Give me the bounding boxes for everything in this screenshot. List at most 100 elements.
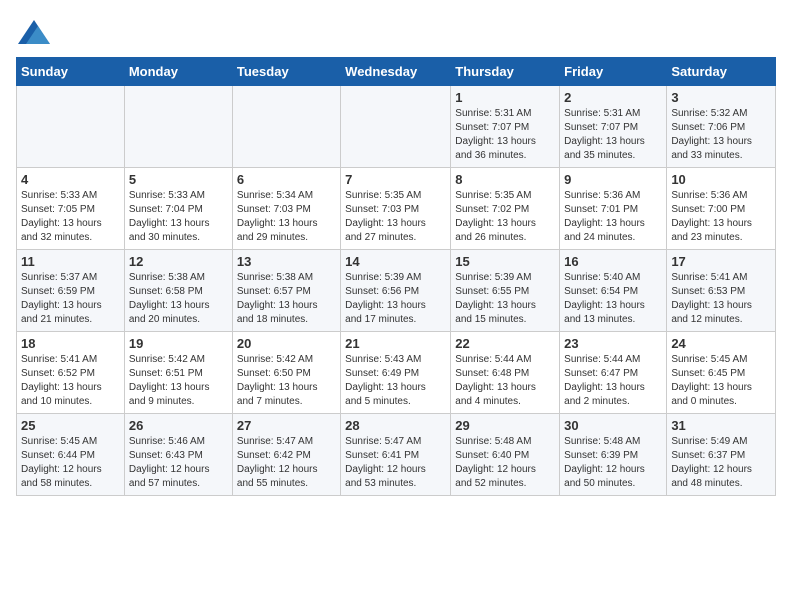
cell-content: Sunrise: 5:43 AM Sunset: 6:49 PM Dayligh… — [345, 353, 446, 409]
cell-content: Sunrise: 5:47 AM Sunset: 6:42 PM Dayligh… — [237, 435, 336, 491]
page-header — [16, 16, 776, 49]
day-number: 7 — [345, 172, 446, 187]
cell-content: Sunrise: 5:33 AM Sunset: 7:05 PM Dayligh… — [21, 189, 120, 245]
cell-content: Sunrise: 5:42 AM Sunset: 6:51 PM Dayligh… — [129, 353, 228, 409]
day-header-saturday: Saturday — [667, 58, 776, 86]
day-number: 8 — [455, 172, 555, 187]
cell-content: Sunrise: 5:32 AM Sunset: 7:06 PM Dayligh… — [671, 107, 771, 163]
cell-content: Sunrise: 5:49 AM Sunset: 6:37 PM Dayligh… — [671, 435, 771, 491]
calendar-table: SundayMondayTuesdayWednesdayThursdayFrid… — [16, 57, 776, 496]
cell-content: Sunrise: 5:36 AM Sunset: 7:00 PM Dayligh… — [671, 189, 771, 245]
calendar-cell: 17 Sunrise: 5:41 AM Sunset: 6:53 PM Dayli… — [667, 250, 776, 332]
week-row-5: 25Sunrise: 5:45 AM Sunset: 6:44 PM Dayli… — [17, 414, 776, 496]
cell-content: Sunrise: 5:35 AM Sunset: 7:03 PM Dayligh… — [345, 189, 446, 245]
calendar-cell: 2 Sunrise: 5:31 AM Sunset: 7:07 PM Daylig… — [560, 86, 667, 168]
calendar-cell: 8 Sunrise: 5:35 AM Sunset: 7:02 PM Daylig… — [451, 168, 560, 250]
cell-content: Sunrise: 5:39 AM Sunset: 6:55 PM Dayligh… — [455, 271, 555, 327]
day-number: 5 — [129, 172, 228, 187]
cell-content: Sunrise: 5:36 AM Sunset: 7:01 PM Dayligh… — [564, 189, 662, 245]
day-header-wednesday: Wednesday — [341, 58, 451, 86]
calendar-cell — [341, 86, 451, 168]
day-header-tuesday: Tuesday — [232, 58, 340, 86]
day-number: 3 — [671, 90, 771, 105]
day-header-thursday: Thursday — [451, 58, 560, 86]
day-number: 31 — [671, 418, 771, 433]
logo — [16, 16, 50, 49]
day-headers: SundayMondayTuesdayWednesdayThursdayFrid… — [17, 58, 776, 86]
week-row-1: 1Sunrise: 5:31 AM Sunset: 7:07 PM Daylig… — [17, 86, 776, 168]
cell-content: Sunrise: 5:41 AM Sunset: 6:53 PM Dayligh… — [671, 271, 771, 327]
cell-content: Sunrise: 5:48 AM Sunset: 6:39 PM Dayligh… — [564, 435, 662, 491]
cell-content: Sunrise: 5:40 AM Sunset: 6:54 PM Dayligh… — [564, 271, 662, 327]
calendar-cell: 19 Sunrise: 5:42 AM Sunset: 6:51 PM Dayli… — [124, 332, 232, 414]
day-number: 18 — [21, 336, 120, 351]
calendar-cell: 25Sunrise: 5:45 AM Sunset: 6:44 PM Dayli… — [17, 414, 125, 496]
day-header-friday: Friday — [560, 58, 667, 86]
calendar-cell: 7 Sunrise: 5:35 AM Sunset: 7:03 PM Daylig… — [341, 168, 451, 250]
calendar-cell: 26Sunrise: 5:46 AM Sunset: 6:43 PM Dayli… — [124, 414, 232, 496]
calendar-cell: 27 Sunrise: 5:47 AM Sunset: 6:42 PM Dayli… — [232, 414, 340, 496]
calendar-cell: 3 Sunrise: 5:32 AM Sunset: 7:06 PM Daylig… — [667, 86, 776, 168]
day-number: 14 — [345, 254, 446, 269]
calendar-cell: 16 Sunrise: 5:40 AM Sunset: 6:54 PM Dayli… — [560, 250, 667, 332]
day-number: 22 — [455, 336, 555, 351]
calendar-cell: 5 Sunrise: 5:33 AM Sunset: 7:04 PM Daylig… — [124, 168, 232, 250]
cell-content: Sunrise: 5:42 AM Sunset: 6:50 PM Dayligh… — [237, 353, 336, 409]
day-number: 28 — [345, 418, 446, 433]
day-number: 13 — [237, 254, 336, 269]
day-number: 27 — [237, 418, 336, 433]
calendar-cell: 22Sunrise: 5:44 AM Sunset: 6:48 PM Dayli… — [451, 332, 560, 414]
day-number: 16 — [564, 254, 662, 269]
week-row-2: 4Sunrise: 5:33 AM Sunset: 7:05 PM Daylig… — [17, 168, 776, 250]
calendar-cell: 31 Sunrise: 5:49 AM Sunset: 6:37 PM Dayli… — [667, 414, 776, 496]
calendar-cell: 15 Sunrise: 5:39 AM Sunset: 6:55 PM Dayli… — [451, 250, 560, 332]
cell-content: Sunrise: 5:37 AM Sunset: 6:59 PM Dayligh… — [21, 271, 120, 327]
day-number: 25 — [21, 418, 120, 433]
cell-content: Sunrise: 5:31 AM Sunset: 7:07 PM Dayligh… — [564, 107, 662, 163]
day-header-monday: Monday — [124, 58, 232, 86]
calendar-cell: 30 Sunrise: 5:48 AM Sunset: 6:39 PM Dayli… — [560, 414, 667, 496]
day-number: 11 — [21, 254, 120, 269]
calendar-cell: 28 Sunrise: 5:47 AM Sunset: 6:41 PM Dayli… — [341, 414, 451, 496]
day-number: 20 — [237, 336, 336, 351]
day-number: 21 — [345, 336, 446, 351]
day-number: 2 — [564, 90, 662, 105]
day-number: 24 — [671, 336, 771, 351]
logo-text — [16, 16, 50, 49]
calendar-cell: 1Sunrise: 5:31 AM Sunset: 7:07 PM Daylig… — [451, 86, 560, 168]
calendar-cell — [17, 86, 125, 168]
day-header-sunday: Sunday — [17, 58, 125, 86]
cell-content: Sunrise: 5:46 AM Sunset: 6:43 PM Dayligh… — [129, 435, 228, 491]
calendar-cell: 11 Sunrise: 5:37 AM Sunset: 6:59 PM Dayli… — [17, 250, 125, 332]
week-row-3: 11 Sunrise: 5:37 AM Sunset: 6:59 PM Dayli… — [17, 250, 776, 332]
day-number: 29 — [455, 418, 555, 433]
day-number: 15 — [455, 254, 555, 269]
day-number: 9 — [564, 172, 662, 187]
calendar-cell: 21 Sunrise: 5:43 AM Sunset: 6:49 PM Dayli… — [341, 332, 451, 414]
calendar-cell: 9 Sunrise: 5:36 AM Sunset: 7:01 PM Daylig… — [560, 168, 667, 250]
week-row-4: 18 Sunrise: 5:41 AM Sunset: 6:52 PM Dayli… — [17, 332, 776, 414]
calendar-cell: 13Sunrise: 5:38 AM Sunset: 6:57 PM Dayli… — [232, 250, 340, 332]
calendar-cell — [232, 86, 340, 168]
day-number: 23 — [564, 336, 662, 351]
day-number: 19 — [129, 336, 228, 351]
cell-content: Sunrise: 5:33 AM Sunset: 7:04 PM Dayligh… — [129, 189, 228, 245]
calendar-cell: 23 Sunrise: 5:44 AM Sunset: 6:47 PM Dayli… — [560, 332, 667, 414]
calendar-cell: 4Sunrise: 5:33 AM Sunset: 7:05 PM Daylig… — [17, 168, 125, 250]
calendar-cell: 12Sunrise: 5:38 AM Sunset: 6:58 PM Dayli… — [124, 250, 232, 332]
cell-content: Sunrise: 5:34 AM Sunset: 7:03 PM Dayligh… — [237, 189, 336, 245]
day-number: 17 — [671, 254, 771, 269]
cell-content: Sunrise: 5:41 AM Sunset: 6:52 PM Dayligh… — [21, 353, 120, 409]
cell-content: Sunrise: 5:48 AM Sunset: 6:40 PM Dayligh… — [455, 435, 555, 491]
cell-content: Sunrise: 5:39 AM Sunset: 6:56 PM Dayligh… — [345, 271, 446, 327]
cell-content: Sunrise: 5:35 AM Sunset: 7:02 PM Dayligh… — [455, 189, 555, 245]
day-number: 6 — [237, 172, 336, 187]
calendar-cell: 24 Sunrise: 5:45 AM Sunset: 6:45 PM Dayli… — [667, 332, 776, 414]
cell-content: Sunrise: 5:45 AM Sunset: 6:45 PM Dayligh… — [671, 353, 771, 409]
calendar-cell: 6 Sunrise: 5:34 AM Sunset: 7:03 PM Daylig… — [232, 168, 340, 250]
cell-content: Sunrise: 5:47 AM Sunset: 6:41 PM Dayligh… — [345, 435, 446, 491]
cell-content: Sunrise: 5:44 AM Sunset: 6:47 PM Dayligh… — [564, 353, 662, 409]
calendar-cell: 14 Sunrise: 5:39 AM Sunset: 6:56 PM Dayli… — [341, 250, 451, 332]
calendar-cell — [124, 86, 232, 168]
day-number: 30 — [564, 418, 662, 433]
